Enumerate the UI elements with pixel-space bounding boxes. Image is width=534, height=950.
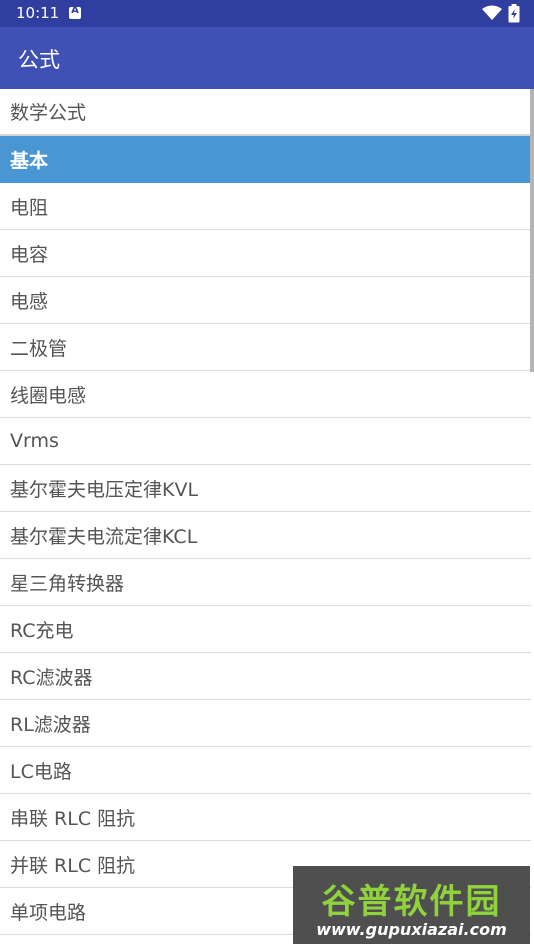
list-item-label: 并联 RLC 阻抗 — [10, 854, 136, 877]
list-item-label: 单项电路 — [10, 901, 87, 924]
list-item-label: RC充电 — [10, 619, 74, 642]
list-item-label: 电阻 — [10, 196, 49, 219]
page-title: 公式 — [18, 48, 60, 72]
watermark-title: 谷普软件园 — [321, 882, 502, 922]
list-item-label: 基尔霍夫电压定律KVL — [10, 478, 199, 501]
list-item-label: LC电路 — [10, 760, 72, 783]
list-item-label: 基本 — [10, 149, 49, 172]
list-item-label: 星三角转换器 — [10, 572, 125, 595]
list-item-label: RC滤波器 — [10, 666, 93, 689]
list-item-label: Vrms — [10, 430, 59, 452]
scrollbar[interactable] — [530, 89, 534, 372]
list-item-label: 电感 — [10, 290, 49, 313]
list-item[interactable]: 二极管 — [0, 324, 531, 371]
list-item[interactable]: LC电路 — [0, 747, 531, 794]
list-item-label: 线圈电感 — [10, 384, 87, 407]
formula-list[interactable]: 数学公式基本电阻电容电感二极管线圈电感 Vrms 基尔霍夫电压定律KVL 基尔霍夫电流… — [0, 89, 531, 950]
list-item-label: 串联 RLC 阻抗 — [10, 807, 136, 830]
list-item-label: 电容 — [10, 243, 49, 266]
list-item-label: RL滤波器 — [10, 713, 91, 736]
status-bar: 10:11 A — [0, 0, 534, 27]
list-item[interactable]: 电感 — [0, 277, 531, 324]
list-item[interactable]: 基尔霍夫电压定律KVL — [0, 465, 531, 512]
wifi-icon — [482, 5, 502, 20]
list-item-label: 数学公式 — [10, 102, 87, 124]
section-header: 基本 — [0, 136, 531, 183]
watermark: 谷普软件园 www.gupuxiazai.com — [293, 866, 530, 944]
list-item[interactable]: RC充电 — [0, 606, 531, 653]
watermark-url: www.gupuxiazai.com — [316, 920, 507, 939]
app-bar: 公式 — [0, 27, 534, 89]
list-item[interactable]: RL滤波器 — [0, 700, 531, 747]
list-item-label: 基尔霍夫电流定律KCL — [10, 525, 198, 548]
list-item-label: 不适用电路 — [10, 945, 105, 950]
list-item[interactable]: 数学公式 — [0, 89, 531, 136]
status-time: 10:11 — [16, 4, 60, 22]
battery-charging-icon — [508, 4, 520, 23]
list-item[interactable]: 电容 — [0, 230, 531, 277]
list-item[interactable]: 串联 RLC 阻抗 — [0, 794, 531, 841]
list-item[interactable]: 星三角转换器 — [0, 559, 531, 606]
list-item[interactable]: Vrms — [0, 418, 531, 465]
list-item[interactable]: 基尔霍夫电流定律KCL — [0, 512, 531, 559]
list-item[interactable]: 电阻 — [0, 183, 531, 230]
notification-glyph: A — [71, 5, 79, 16]
list-item[interactable]: 线圈电感 — [0, 371, 531, 418]
notification-icon: A — [69, 5, 81, 19]
list-item[interactable]: RC滤波器 — [0, 653, 531, 700]
list-item-label: 二极管 — [10, 337, 68, 360]
